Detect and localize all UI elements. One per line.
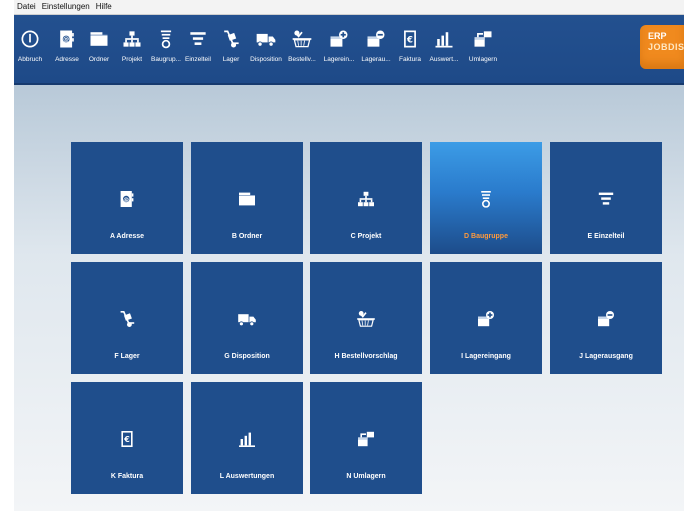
power-icon	[19, 28, 41, 50]
toolbar-button-ordner[interactable]: Ordner	[84, 15, 114, 83]
toolbar-button-adresse[interactable]: @ Adresse	[52, 15, 82, 83]
menu-bar: Datei Einstellungen Hilfe	[14, 0, 684, 15]
assembly-icon	[479, 188, 493, 210]
toolbar-button-label: Auswert...	[429, 56, 459, 63]
toolbar-button-label: Lagerein...	[323, 56, 355, 63]
module-tile-auswertungen[interactable]: L Auswertungen	[191, 382, 303, 494]
module-tile-disposition[interactable]: G Disposition	[191, 262, 303, 374]
toolbar-button-label: Umlagern	[468, 56, 498, 63]
toolbar-button-label: Adresse	[55, 56, 79, 63]
erp-window: Datei Einstellungen Hilfe ERP JOBDIS Abb…	[14, 0, 684, 511]
part-icon	[596, 188, 616, 210]
box-transfer-icon	[472, 28, 494, 50]
module-tile-label: I Lagereingang	[461, 353, 511, 360]
module-tile-label: H Bestellvorschlag	[334, 353, 398, 360]
box-plus-icon	[475, 308, 497, 330]
toolbar-button-bestellv[interactable]: Bestellv...	[284, 15, 320, 83]
toolbar-button-label: Faktura	[398, 56, 422, 63]
erp-logo: ERP JOBDIS	[640, 25, 684, 69]
module-tile-baugruppe[interactable]: D Baugruppe	[430, 142, 542, 254]
module-tile-label: F Lager	[114, 353, 140, 360]
bar-chart-icon	[236, 428, 258, 450]
module-tile-label: A Adresse	[109, 233, 145, 240]
module-tile-bestellvorschlag[interactable]: H Bestellvorschlag	[310, 262, 422, 374]
menu-datei[interactable]: Datei	[14, 0, 39, 14]
toolbar-button-abbruch[interactable]: Abbruch	[15, 15, 45, 83]
toolbar-button-label: Baugrup...	[151, 56, 181, 63]
menu-hilfe[interactable]: Hilfe	[93, 0, 115, 14]
module-tile-einzelteil[interactable]: E Einzelteil	[550, 142, 662, 254]
hand-truck-icon	[117, 308, 137, 330]
toolbar-button-umlagern[interactable]: Umlagern	[466, 15, 500, 83]
assembly-icon	[159, 28, 173, 50]
svg-text:@: @	[63, 36, 69, 43]
hand-truck-icon	[221, 28, 241, 50]
module-tile-label: L Auswertungen	[219, 473, 275, 480]
hierarchy-icon	[121, 28, 143, 50]
toolbar-button-label: Lager	[222, 56, 240, 63]
toolbar-button-lager[interactable]: Lager	[216, 15, 246, 83]
toolbar-button-einzelteil[interactable]: Einzelteil	[183, 15, 213, 83]
box-plus-icon	[328, 28, 350, 50]
bar-chart-icon	[433, 28, 455, 50]
toolbar-button-label: Disposition	[250, 56, 282, 63]
module-tile-umlagern[interactable]: N Umlagern	[310, 382, 422, 494]
module-tile-ordner[interactable]: B Ordner	[191, 142, 303, 254]
folder-icon	[236, 188, 258, 210]
svg-text:€: €	[123, 435, 130, 444]
toolbar-button-label: Abbruch	[17, 56, 43, 63]
svg-text:€: €	[406, 35, 413, 45]
box-transfer-icon	[355, 428, 377, 450]
folder-icon	[88, 28, 110, 50]
module-tile-label: J Lagerausgang	[579, 353, 633, 360]
delivery-truck-icon	[235, 308, 259, 330]
module-tile-label: N Umlagern	[346, 473, 386, 480]
toolbar-button-lagerein[interactable]: Lagerein...	[322, 15, 356, 83]
address-book-icon: @	[57, 28, 77, 50]
hierarchy-icon	[355, 188, 377, 210]
box-minus-icon	[595, 308, 617, 330]
svg-text:@: @	[123, 197, 129, 203]
toolbar-button-faktura[interactable]: € Faktura	[395, 15, 425, 83]
toolbar-button-disposition[interactable]: Disposition	[249, 15, 283, 83]
toolbar-button-lagerau[interactable]: Lagerau...	[359, 15, 393, 83]
logo-line1: ERP	[648, 31, 667, 41]
module-tile-label: G Disposition	[224, 353, 270, 360]
module-tile-label: B Ordner	[231, 233, 263, 240]
module-tile-faktura[interactable]: € K Faktura	[71, 382, 183, 494]
module-tile-label: K Faktura	[110, 473, 144, 480]
shopping-basket-icon	[354, 308, 378, 330]
module-tile-label: C Projekt	[350, 233, 382, 240]
toolbar: ERP JOBDIS Abbruch @ Adresse Ordner Projekt B…	[14, 15, 684, 85]
toolbar-button-auswert[interactable]: Auswert...	[427, 15, 461, 83]
invoice-icon: €	[119, 428, 135, 450]
toolbar-button-label: Bestellv...	[288, 56, 316, 63]
part-icon	[188, 28, 208, 50]
module-tile-label: D Baugruppe	[464, 233, 508, 240]
address-book-icon: @	[117, 188, 137, 210]
toolbar-button-baugrup[interactable]: Baugrup...	[150, 15, 182, 83]
toolbar-button-label: Ordner	[88, 56, 110, 63]
delivery-truck-icon	[254, 28, 278, 50]
module-tile-lagerausgang[interactable]: J Lagerausgang	[550, 262, 662, 374]
toolbar-button-label: Projekt	[121, 56, 143, 63]
menu-einstellungen[interactable]: Einstellungen	[39, 0, 93, 14]
toolbar-button-projekt[interactable]: Projekt	[117, 15, 147, 83]
invoice-icon: €	[402, 28, 418, 50]
module-tile-lagereingang[interactable]: I Lagereingang	[430, 262, 542, 374]
module-tile-projekt[interactable]: C Projekt	[310, 142, 422, 254]
module-tile-adresse[interactable]: @ A Adresse	[71, 142, 183, 254]
toolbar-button-label: Lagerau...	[361, 56, 391, 63]
module-grid: @ A Adresse B Ordner C Projekt D Baugruppe E …	[14, 85, 684, 511]
module-tile-label: E Einzelteil	[587, 233, 625, 240]
box-minus-icon	[365, 28, 387, 50]
logo-line2: JOBDIS	[648, 42, 684, 52]
toolbar-button-label: Einzelteil	[184, 56, 211, 63]
module-tile-lager[interactable]: F Lager	[71, 262, 183, 374]
shopping-basket-icon	[290, 28, 314, 50]
